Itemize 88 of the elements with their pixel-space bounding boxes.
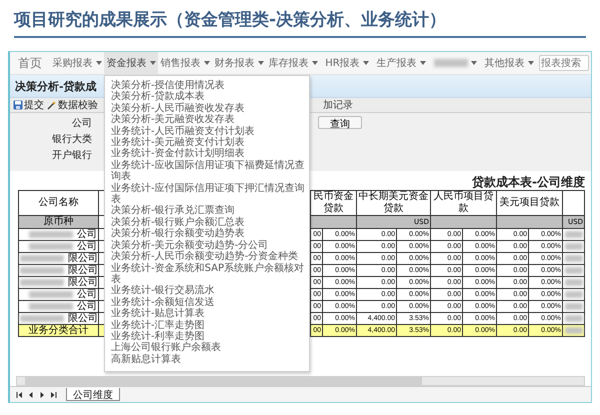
blurred-block <box>20 314 64 322</box>
menu-item[interactable]: 业务统计-应付国际信用证项下押汇情况查询表 <box>111 182 305 206</box>
caret-icon <box>204 61 210 65</box>
caret-icon <box>258 61 264 65</box>
slide-title: 项目研究的成果展示（资金管理类-决策分析、业务统计） <box>12 9 448 31</box>
menu-item[interactable]: 决策分析-授信使用情况表 <box>111 80 305 92</box>
horizontal-scrollbar[interactable] <box>16 376 585 386</box>
nav-item[interactable]: 销售报表 <box>158 52 212 74</box>
company-name: 限公司 <box>68 313 98 324</box>
query-button[interactable]: 查询 <box>318 116 362 129</box>
blurred-block <box>565 290 583 298</box>
menu-item[interactable]: 业务统计-应收国际信用证项下福费延情况查询表 <box>111 160 305 183</box>
blurred-block <box>565 254 583 262</box>
menu-item[interactable]: 决策分析-银行承兑汇票查询 <box>111 205 305 217</box>
blurred-block <box>565 278 583 286</box>
menu-item[interactable]: 业务统计-银行交易流水 <box>111 285 305 297</box>
caret-icon <box>528 61 534 65</box>
menu-item[interactable]: 业务统计-资金付款计划明细表 <box>111 148 305 160</box>
menu-item[interactable]: 高新贴息计算表 <box>111 354 305 366</box>
form-label: 银行大类 <box>51 132 92 146</box>
first-sheet-icon[interactable] <box>16 390 24 398</box>
menu-item[interactable]: 业务统计-余额短信发送 <box>111 296 305 308</box>
report-title: 贷款成本表-公司维度 <box>472 175 585 190</box>
column-header: 中长期美元资金贷款 <box>356 190 430 216</box>
table-cell: 业务分类合计 <box>18 324 98 336</box>
nav-item[interactable]: 财务报表 <box>212 52 266 74</box>
blurred-block <box>565 266 583 274</box>
next-sheet-icon[interactable] <box>38 390 46 398</box>
company-name: 公司 <box>77 229 97 240</box>
blurred-block <box>20 266 64 274</box>
menu-item[interactable]: 业务统计-资金系统和SAP系统账户余额核对表 <box>111 262 305 286</box>
save-icon <box>13 100 23 110</box>
company-name: 限公司 <box>68 265 98 276</box>
caret-icon <box>312 61 318 65</box>
sheet-tab[interactable]: 公司维度 <box>66 388 120 401</box>
nav-item[interactable]: 资金报表 <box>104 52 158 74</box>
blurred-block <box>29 290 73 298</box>
company-name: 公司 <box>77 301 97 312</box>
column-header: 民币资金贷款 <box>310 190 356 216</box>
search-field[interactable]: 报表搜索 <box>539 55 589 71</box>
column-header: 人民币项目贷款 <box>430 190 496 216</box>
caret-icon <box>96 61 102 65</box>
company-name: 限公司 <box>68 277 98 288</box>
column-header: 公司名称 <box>18 190 98 216</box>
blurred-block <box>565 302 583 310</box>
toolbar-button[interactable]: 加记录 <box>323 98 353 112</box>
menu-item[interactable]: 业务统计-美元融资支付计划表 <box>111 137 305 148</box>
menu-item[interactable]: 业务统计-人民币融资支付计划表 <box>111 126 305 138</box>
form-label: 开户银行 <box>51 148 92 162</box>
company-name: 公司 <box>77 241 97 252</box>
blurred-block <box>565 230 583 238</box>
blurred-block <box>565 326 583 334</box>
previous-sheet-icon[interactable] <box>27 390 35 398</box>
menu-item[interactable]: 业务统计-汇率走势图 <box>111 320 305 331</box>
menu-item[interactable]: 业务统计-利率走势图 <box>111 330 305 342</box>
blurred-block <box>20 278 64 286</box>
menu-item[interactable]: 上海公司银行账户余额表 <box>111 342 305 354</box>
blurred-block <box>565 314 583 322</box>
nav-item[interactable]: 库存报表 <box>266 52 320 74</box>
blurred-block <box>434 59 468 67</box>
nav-item[interactable]: 其他报表 <box>482 52 536 74</box>
form-label: 公司 <box>71 116 92 130</box>
toolbar-button[interactable]: 提交 <box>13 98 44 112</box>
nav-item[interactable]: 首页 <box>10 52 50 74</box>
menu-item[interactable]: 决策分析-贷款成本表 <box>111 91 305 103</box>
company-name: 公司 <box>77 289 97 300</box>
menu-item[interactable]: 业务统计-贴息计算表 <box>111 308 305 320</box>
caret-icon <box>150 61 156 65</box>
nav-item[interactable]: HR报表 <box>320 52 374 74</box>
blurred-block <box>29 242 73 250</box>
column-header: 原币种 <box>18 216 98 228</box>
toolbar-button[interactable]: 数据校验 <box>47 98 98 112</box>
wand-icon <box>47 100 57 110</box>
company-name: 限公司 <box>68 253 98 264</box>
caret-icon <box>362 61 369 65</box>
caret-icon <box>420 61 426 65</box>
menu-item[interactable]: 决策分析-人民币融资收发存表 <box>111 102 305 114</box>
nav-item[interactable]: 生产报表 <box>374 52 428 74</box>
blurred-block <box>20 254 64 262</box>
menu-item[interactable]: 决策分析-美元融资收发存表 <box>111 114 305 126</box>
page-title: 决策分析-贷款成 <box>15 78 97 94</box>
caret-icon <box>470 61 476 65</box>
nav-item[interactable]: 采购报表 <box>50 52 104 74</box>
last-sheet-icon[interactable] <box>49 390 57 398</box>
column-header: 美元项目贷款 <box>496 190 562 216</box>
blurred-block <box>565 242 583 250</box>
blurred-block <box>29 302 73 310</box>
blurred-block <box>29 230 73 238</box>
